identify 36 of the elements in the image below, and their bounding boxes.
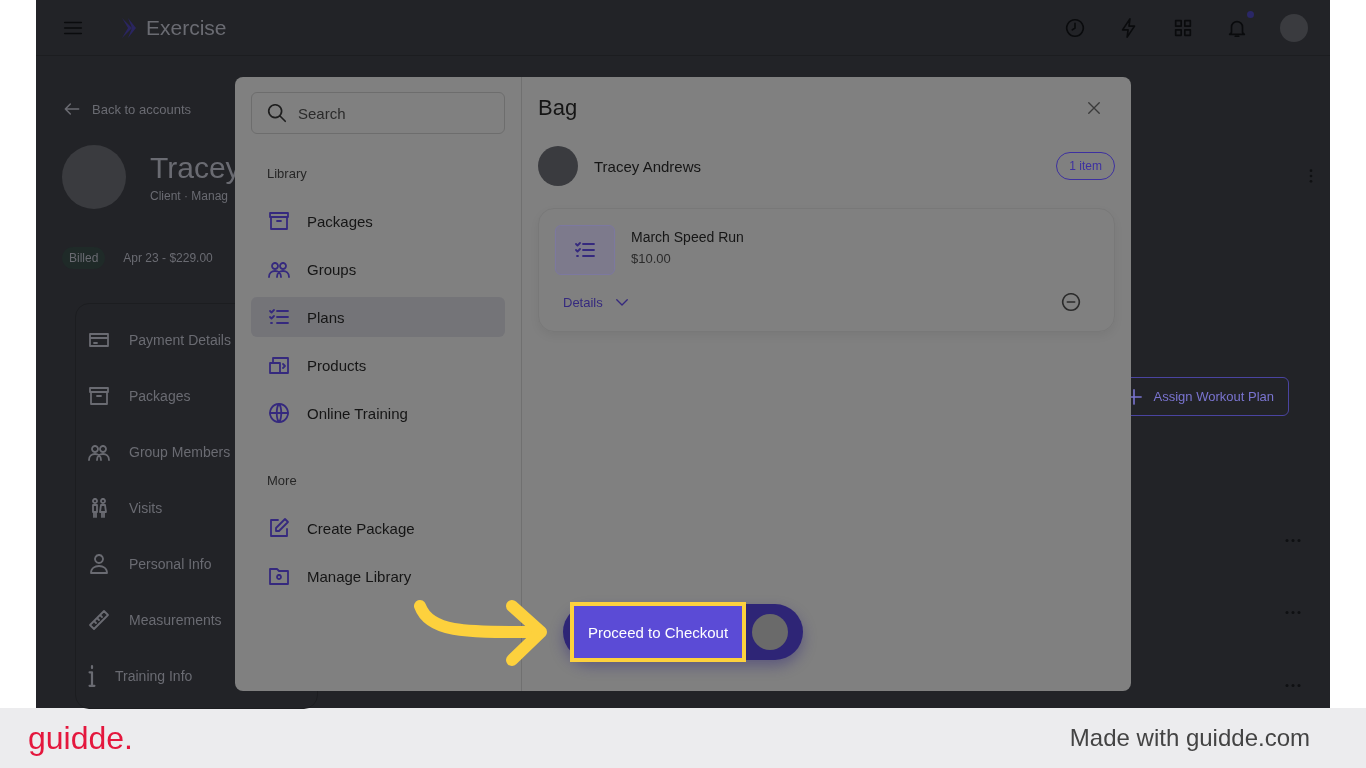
dialog-title: Bag <box>538 95 578 121</box>
credit-text: Made with guidde.com <box>1069 724 1310 752</box>
client-subtitle: Client · Manag <box>150 189 230 203</box>
client-menu-item[interactable]: Training Info <box>87 648 317 704</box>
ruler-icon <box>87 608 111 632</box>
item-name: March Speed Run <box>631 229 744 245</box>
details-toggle[interactable]: Details <box>555 293 639 311</box>
search-icon <box>266 102 288 124</box>
library-item[interactable]: Products <box>251 345 505 385</box>
globe-icon <box>267 401 291 425</box>
person-icon <box>87 552 111 576</box>
library-item[interactable]: Online Training <box>251 393 505 433</box>
proceed-to-checkout-button[interactable]: Proceed to Checkout <box>570 602 747 662</box>
customer-name: Tracey Andrews <box>594 157 702 175</box>
search-field[interactable]: Search <box>251 92 505 134</box>
item-price: $10.00 <box>631 251 672 266</box>
box-icon <box>87 384 111 408</box>
edit-icon <box>267 516 291 540</box>
section-heading: More <box>266 473 298 488</box>
close-icon[interactable] <box>1085 99 1103 117</box>
info-icon <box>87 665 97 687</box>
box-icon <box>267 209 291 233</box>
customer-avatar <box>752 614 789 650</box>
clock-icon[interactable] <box>1064 16 1086 39</box>
app-title: Exercise <box>146 15 227 40</box>
library-item[interactable]: Plans <box>251 297 505 337</box>
library-item[interactable]: Create Package <box>251 508 505 548</box>
customer-avatar <box>538 146 578 186</box>
library-item[interactable]: Packages <box>251 201 505 241</box>
status-badge: Billed <box>62 247 106 269</box>
billing-text: Apr 23 - $229.00 <box>123 251 213 265</box>
section-heading: Library <box>266 166 308 181</box>
library-item[interactable]: Groups <box>251 249 505 289</box>
remove-icon[interactable] <box>1060 291 1082 313</box>
user-avatar[interactable] <box>1280 13 1308 42</box>
brand-logo: guidde. <box>28 719 133 757</box>
